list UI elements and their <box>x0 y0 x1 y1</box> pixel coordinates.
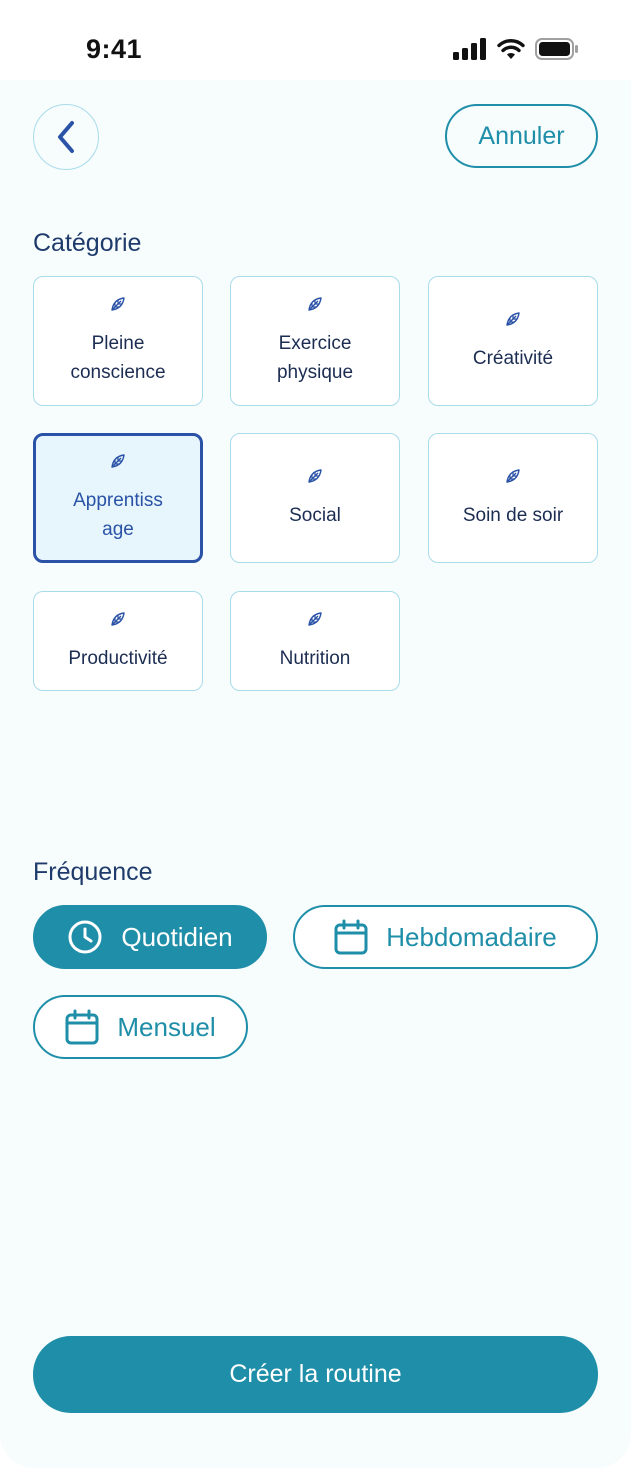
back-button[interactable] <box>33 104 99 170</box>
category-label: Exercice physique <box>276 333 354 383</box>
screen: 9:41 Annuler Catégorie Pleine conscience… <box>0 0 631 1468</box>
leaf-icon <box>111 454 125 468</box>
frequency-option-quotidien[interactable]: Quotidien <box>33 905 267 969</box>
leaf-icon <box>111 297 125 311</box>
category-card-productivite[interactable]: Productivité <box>33 591 203 691</box>
status-time: 9:41 <box>86 34 143 64</box>
calendar-icon <box>65 1009 99 1045</box>
leaf-icon <box>506 468 520 483</box>
chevron-left-icon <box>58 121 74 153</box>
signal-icon <box>453 38 486 60</box>
category-card-social[interactable]: Social <box>230 433 400 563</box>
status-bar: 9:41 <box>0 0 631 80</box>
battery-icon <box>535 38 578 60</box>
category-label: Apprentiss age <box>73 490 163 540</box>
category-label: Créativité <box>472 347 554 369</box>
frequency-option-label: Hebdomadaire <box>386 921 557 952</box>
category-label: Social <box>289 504 341 526</box>
leaf-icon <box>506 311 520 326</box>
frequency-title: Fréquence <box>33 858 153 886</box>
category-card-nutrition[interactable]: Nutrition <box>230 591 400 691</box>
category-label: Soin de soir <box>462 504 564 526</box>
frequency-option-label: Mensuel <box>117 1011 216 1042</box>
cancel-button[interactable]: Annuler <box>445 104 598 168</box>
leaf-icon <box>308 468 322 483</box>
leaf-icon <box>308 297 322 311</box>
category-label: Pleine conscience <box>70 333 166 383</box>
frequency-option-label: Quotidien <box>121 921 233 952</box>
leaf-icon <box>111 611 125 626</box>
category-card-exercice-physique[interactable]: Exercice physique <box>230 276 400 406</box>
wifi-icon <box>497 39 525 59</box>
category-card-pleine-conscience[interactable]: Pleine conscience <box>33 276 203 406</box>
clock-icon <box>68 920 102 954</box>
category-label: Nutrition <box>279 647 351 669</box>
frequency-option-hebdomadaire[interactable]: Hebdomadaire <box>293 905 598 969</box>
category-label: Productivité <box>68 647 168 669</box>
status-icons <box>453 38 579 60</box>
leaf-icon <box>308 611 322 626</box>
frequency-option-mensuel[interactable]: Mensuel <box>33 995 248 1059</box>
category-card-creativite[interactable]: Créativité <box>428 276 598 406</box>
calendar-icon <box>334 919 368 955</box>
create-routine-button[interactable]: Créer la routine <box>33 1336 598 1413</box>
category-card-soin-de-soir[interactable]: Soin de soir <box>428 433 598 563</box>
category-card-apprentissage[interactable]: Apprentiss age <box>33 433 203 563</box>
category-title: Catégorie <box>33 229 142 257</box>
